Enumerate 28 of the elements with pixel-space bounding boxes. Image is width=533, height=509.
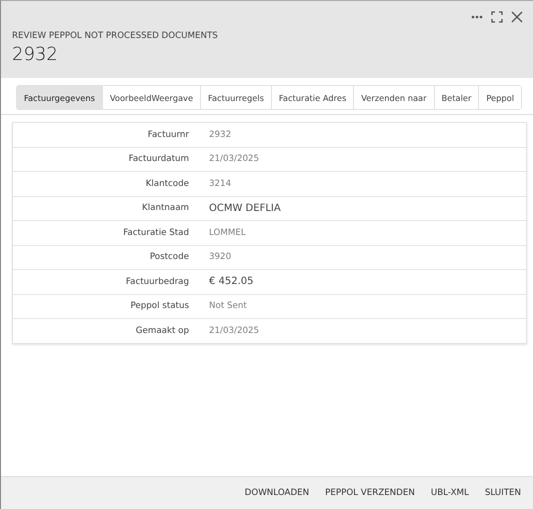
- footer-button[interactable]: DOWNLOADEN: [238, 484, 316, 502]
- field-label: Peppol status: [130, 301, 189, 312]
- footer-button[interactable]: UBL-XML: [424, 484, 475, 502]
- more-icon[interactable]: [471, 15, 483, 19]
- footer-button[interactable]: PEPPOL VERZENDEN: [319, 484, 421, 502]
- field-label: Postcode: [148, 252, 189, 262]
- field-value: € 452.05: [209, 276, 255, 288]
- field-value: Not Sent: [209, 301, 248, 312]
- field-label: Klantnaam: [141, 203, 189, 214]
- field-label: Factuurdatum: [128, 154, 189, 164]
- footer-button[interactable]: SLUITEN: [478, 484, 527, 502]
- field-value: 3920: [209, 252, 232, 262]
- field-value: 21/03/2025: [209, 154, 260, 164]
- field-value: OCMW DEFLIA: [209, 202, 282, 214]
- dialog-subtitle: REVIEW PEPPOL NOT PROCESSED DOCUMENTS: [12, 31, 219, 41]
- close-icon[interactable]: [511, 11, 523, 23]
- field-value: 2932: [209, 130, 232, 140]
- tab[interactable]: Factuurgegevens: [17, 86, 103, 109]
- field-label: Facturatie Stad: [122, 228, 189, 238]
- field-label: Gemaakt op: [134, 326, 189, 336]
- fullscreen-icon[interactable]: [491, 11, 503, 23]
- field-value: LOMMEL: [209, 228, 247, 238]
- field-value: 3214: [209, 178, 232, 189]
- field-label: Klantcode: [144, 178, 189, 189]
- field-label: Factuurnr: [146, 130, 189, 140]
- field-value: 21/03/2025: [209, 326, 260, 336]
- dialog-title: 2932: [12, 44, 59, 65]
- field-label: Factuurbedrag: [124, 276, 189, 287]
